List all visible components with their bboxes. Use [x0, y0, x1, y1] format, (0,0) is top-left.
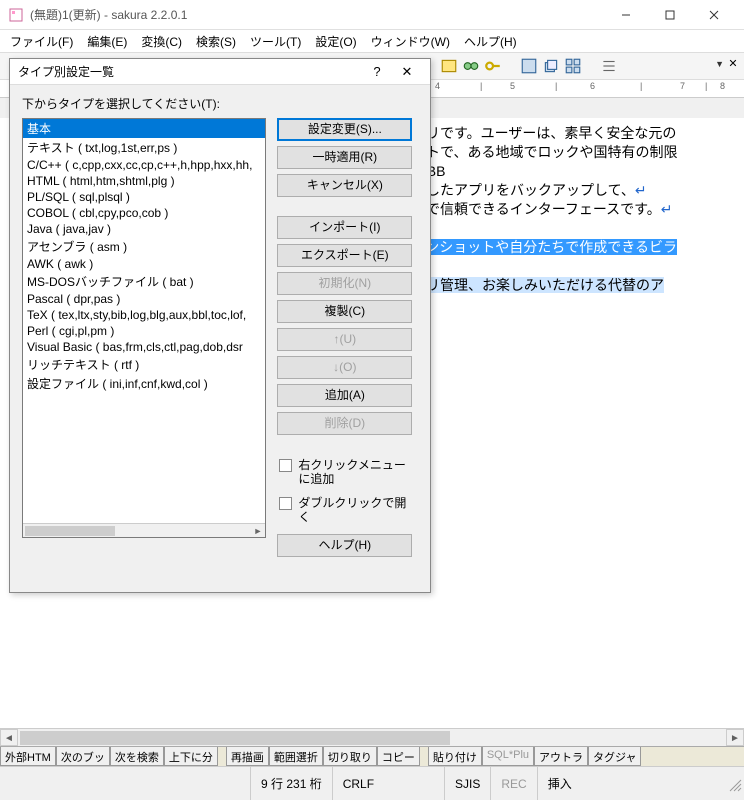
- menu-item[interactable]: 設定(O): [309, 30, 362, 53]
- help-button[interactable]: ヘルプ(H): [277, 534, 412, 557]
- dclick-open-check[interactable]: ダブルクリックで開く: [279, 496, 412, 524]
- scroll-thumb[interactable]: [20, 731, 450, 745]
- scroll-right-icon[interactable]: ►: [726, 729, 744, 746]
- list-item[interactable]: AWK ( awk ): [23, 256, 265, 272]
- menubar: ファイル(F)編集(E)変換(C)検索(S)ツール(T)設定(O)ウィンドウ(W…: [0, 30, 744, 52]
- status-position: 9 行 231 桁: [250, 767, 332, 800]
- list-item[interactable]: アセンブラ ( asm ): [23, 237, 265, 256]
- macro-tab[interactable]: 範囲選折: [269, 747, 323, 766]
- dialog-prompt: 下からタイプを選択してください(T):: [22, 95, 418, 112]
- list-item[interactable]: PL/SQL ( sql,plsql ): [23, 189, 265, 205]
- macro-tab[interactable]: 次を検索: [110, 747, 164, 766]
- macro-tab[interactable]: 切り取り: [323, 747, 377, 766]
- export-button[interactable]: エクスポート(E): [277, 244, 412, 267]
- menu-item[interactable]: ファイル(F): [4, 30, 79, 53]
- list-item[interactable]: Perl ( cgi,pl,pm ): [23, 323, 265, 339]
- toolbar-close-icon[interactable]: ✕: [726, 57, 740, 71]
- window-icon[interactable]: [520, 57, 538, 75]
- key-icon[interactable]: [484, 57, 502, 75]
- macro-tab[interactable]: 外部HTM: [0, 747, 56, 766]
- type-settings-dialog: タイプ別設定一覧 ? ✕ 下からタイプを選択してください(T): 基本テキスト …: [9, 58, 431, 593]
- scroll-left-icon[interactable]: ◄: [0, 729, 18, 746]
- list-item[interactable]: 基本: [23, 119, 265, 138]
- list-item[interactable]: Visual Basic ( bas,frm,cls,ctl,pag,dob,d…: [23, 339, 265, 355]
- dialog-close-button[interactable]: ✕: [392, 64, 422, 80]
- status-rec: REC: [490, 767, 536, 800]
- list-item[interactable]: Java ( java,jav ): [23, 221, 265, 237]
- dialog-title: タイプ別設定一覧: [18, 63, 362, 80]
- move-up-button: ↑(U): [277, 328, 412, 351]
- binoculars-icon[interactable]: [462, 57, 480, 75]
- add-button[interactable]: 追加(A): [277, 384, 412, 407]
- editor-hscroll[interactable]: ◄ ►: [0, 728, 744, 746]
- menu-item[interactable]: ウィンドウ(W): [365, 30, 456, 53]
- macro-tab[interactable]: コピー: [377, 747, 420, 766]
- stack-icon[interactable]: [542, 57, 560, 75]
- macro-tab[interactable]: 次のブッ: [56, 747, 110, 766]
- macro-tab[interactable]: アウトラ: [534, 747, 588, 766]
- scroll-thumb[interactable]: [25, 526, 115, 536]
- menu-item[interactable]: ツール(T): [244, 30, 307, 53]
- scroll-right-icon[interactable]: ►: [251, 524, 265, 538]
- menu-item[interactable]: 編集(E): [81, 30, 133, 53]
- menu-item[interactable]: 変換(C): [135, 30, 188, 53]
- checkbox-icon[interactable]: [279, 459, 292, 472]
- move-down-button: ↓(O): [277, 356, 412, 379]
- list-item[interactable]: MS-DOSバッチファイル ( bat ): [23, 272, 265, 291]
- dialog-help-button[interactable]: ?: [362, 64, 392, 79]
- menu-item[interactable]: ヘルプ(H): [458, 30, 523, 53]
- statusbar: 9 行 231 桁 CRLF SJIS REC 挿入: [0, 766, 744, 800]
- grid-icon[interactable]: [564, 57, 582, 75]
- maximize-button[interactable]: [648, 1, 692, 29]
- macro-tab[interactable]: 上下に分: [164, 747, 218, 766]
- settings-change-button[interactable]: 設定変更(S)...: [277, 118, 412, 141]
- cancel-button[interactable]: キャンセル(X): [277, 174, 412, 197]
- duplicate-button[interactable]: 複製(C): [277, 300, 412, 323]
- dialog-titlebar: タイプ別設定一覧 ? ✕: [10, 59, 430, 85]
- window-titlebar: (無題)1(更新) - sakura 2.2.0.1: [0, 0, 744, 30]
- list-item[interactable]: COBOL ( cbl,cpy,pco,cob ): [23, 205, 265, 221]
- delete-button: 削除(D): [277, 412, 412, 435]
- list-item[interactable]: TeX ( tex,ltx,sty,bib,log,blg,aux,bbl,to…: [23, 307, 265, 323]
- type-listbox[interactable]: 基本テキスト ( txt,log,1st,err,ps )C/C++ ( c,c…: [22, 118, 266, 538]
- status-crlf: CRLF: [332, 767, 384, 800]
- list-item[interactable]: リッチテキスト ( rtf ): [23, 355, 265, 374]
- macro-tab[interactable]: SQL*Plu: [482, 747, 534, 766]
- macro-tab[interactable]: 再描画: [226, 747, 269, 766]
- minimize-button[interactable]: [604, 1, 648, 29]
- resize-grip-icon[interactable]: [726, 776, 742, 792]
- list-item[interactable]: HTML ( html,htm,shtml,plg ): [23, 173, 265, 189]
- import-button[interactable]: インポート(I): [277, 216, 412, 239]
- init-button: 初期化(N): [277, 272, 412, 295]
- list-icon[interactable]: [600, 57, 618, 75]
- macro-tabs: 外部HTM次のブッ次を検索上下に分再描画範囲選折切り取りコピー貼り付けSQL*P…: [0, 746, 744, 766]
- rclick-menu-check[interactable]: 右クリックメニューに追加: [279, 458, 412, 486]
- status-insert: 挿入: [537, 767, 582, 800]
- list-item[interactable]: 設定ファイル ( ini,inf,cnf,kwd,col ): [23, 374, 265, 393]
- menu-item[interactable]: 検索(S): [190, 30, 242, 53]
- toolbar-icon[interactable]: [440, 57, 458, 75]
- macro-tab[interactable]: タグジャ: [588, 747, 641, 766]
- temp-apply-button[interactable]: 一時適用(R): [277, 146, 412, 169]
- list-item[interactable]: C/C++ ( c,cpp,cxx,cc,cp,c++,h,hpp,hxx,hh…: [23, 157, 265, 173]
- list-item[interactable]: テキスト ( txt,log,1st,err,ps ): [23, 138, 265, 157]
- list-item[interactable]: Pascal ( dpr,pas ): [23, 291, 265, 307]
- macro-tab[interactable]: 貼り付け: [428, 747, 482, 766]
- status-encoding: SJIS: [444, 767, 490, 800]
- app-icon: [8, 7, 24, 23]
- window-title: (無題)1(更新) - sakura 2.2.0.1: [30, 6, 604, 23]
- listbox-hscroll[interactable]: ◄ ►: [23, 523, 265, 537]
- checkbox-icon[interactable]: [279, 497, 292, 510]
- close-button[interactable]: [692, 1, 736, 29]
- toolbar-dropdown-icon[interactable]: ▼: [715, 59, 724, 69]
